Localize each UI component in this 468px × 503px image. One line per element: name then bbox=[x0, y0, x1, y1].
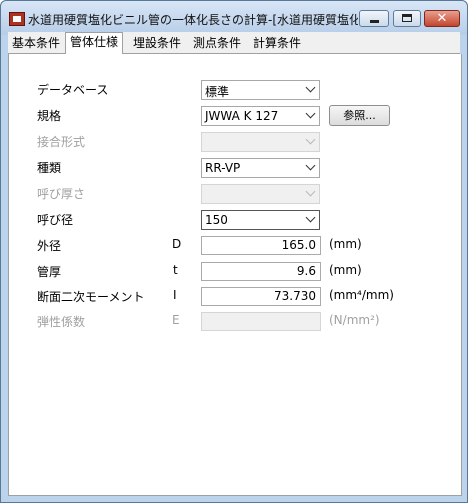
tab-survey-point-conditions[interactable]: 測点条件 bbox=[189, 34, 245, 53]
outer-diameter-unit: (mm) bbox=[329, 237, 362, 251]
joint-type-select[interactable] bbox=[201, 132, 320, 152]
database-value: 標準 bbox=[205, 85, 230, 99]
app-icon bbox=[9, 12, 25, 26]
tab-calculation-conditions[interactable]: 計算条件 bbox=[249, 34, 305, 53]
tab-pipe-spec[interactable]: 管体仕様 bbox=[65, 32, 124, 54]
database-select[interactable]: 標準 bbox=[201, 80, 320, 100]
nominal-diameter-value: 150 bbox=[205, 213, 228, 227]
minimize-icon bbox=[370, 20, 379, 23]
chevron-down-icon bbox=[305, 108, 316, 119]
standard-label: 規格 bbox=[37, 109, 62, 123]
standard-select[interactable]: JWWA K 127 bbox=[201, 106, 320, 126]
elastic-modulus-label: 弾性係数 bbox=[37, 315, 86, 329]
window-title: 水道用硬質塩化ビニル管の一体化長さの計算-[水道用硬質塩化... bbox=[28, 13, 358, 27]
nominal-diameter-label: 呼び径 bbox=[37, 213, 74, 227]
moment-unit: (mm⁴/mm) bbox=[329, 288, 394, 302]
joint-type-label: 接合形式 bbox=[37, 135, 86, 149]
minimize-button[interactable] bbox=[359, 10, 389, 27]
pipe-spec-panel: データベース 標準 規格 JWWA K 127 参照... 接合形式 種類 RR… bbox=[8, 54, 462, 496]
tab-bar: 基本条件 管体仕様 埋設条件 測点条件 計算条件 bbox=[8, 32, 460, 54]
thickness-field[interactable]: 9.6 bbox=[201, 262, 321, 281]
app-window: 水道用硬質塩化ビニル管の一体化長さの計算-[水道用硬質塩化... ✕ 基本条件 … bbox=[0, 0, 468, 503]
chevron-down-icon bbox=[305, 134, 316, 145]
standard-value: JWWA K 127 bbox=[205, 109, 279, 123]
chevron-down-icon bbox=[305, 186, 316, 197]
tab-burial-conditions[interactable]: 埋設条件 bbox=[129, 34, 185, 53]
kind-select[interactable]: RR-VP bbox=[201, 158, 320, 178]
moment-field[interactable]: 73.730 bbox=[201, 287, 321, 306]
chevron-down-icon bbox=[305, 82, 316, 93]
nominal-thickness-select[interactable] bbox=[201, 184, 320, 204]
outer-diameter-symbol: D bbox=[172, 237, 182, 251]
kind-label: 種類 bbox=[37, 161, 62, 175]
moment-symbol: I bbox=[173, 288, 177, 302]
outer-diameter-label: 外径 bbox=[37, 239, 62, 253]
reference-button[interactable]: 参照... bbox=[329, 105, 390, 126]
outer-diameter-field[interactable]: 165.0 bbox=[201, 236, 321, 255]
close-button[interactable]: ✕ bbox=[424, 10, 460, 27]
thickness-unit: (mm) bbox=[329, 263, 362, 277]
chevron-down-icon bbox=[305, 212, 316, 223]
tab-basic-conditions[interactable]: 基本条件 bbox=[8, 34, 64, 53]
close-icon: ✕ bbox=[436, 11, 448, 26]
maximize-icon bbox=[402, 14, 412, 22]
elastic-modulus-unit: (N/mm²) bbox=[329, 313, 380, 327]
thickness-symbol: t bbox=[173, 263, 178, 277]
nominal-diameter-select[interactable]: 150 bbox=[201, 210, 320, 230]
nominal-thickness-label: 呼び厚さ bbox=[37, 187, 86, 201]
kind-value: RR-VP bbox=[205, 161, 241, 175]
elastic-modulus-symbol: E bbox=[172, 313, 180, 327]
chevron-down-icon bbox=[305, 160, 316, 171]
maximize-button[interactable] bbox=[393, 10, 421, 27]
thickness-label: 管厚 bbox=[37, 265, 62, 279]
moment-label: 断面二次モーメント bbox=[37, 290, 145, 304]
title-bar: 水道用硬質塩化ビニル管の一体化長さの計算-[水道用硬質塩化... ✕ bbox=[1, 1, 467, 35]
database-label: データベース bbox=[37, 83, 109, 97]
elastic-modulus-field[interactable] bbox=[201, 312, 321, 331]
